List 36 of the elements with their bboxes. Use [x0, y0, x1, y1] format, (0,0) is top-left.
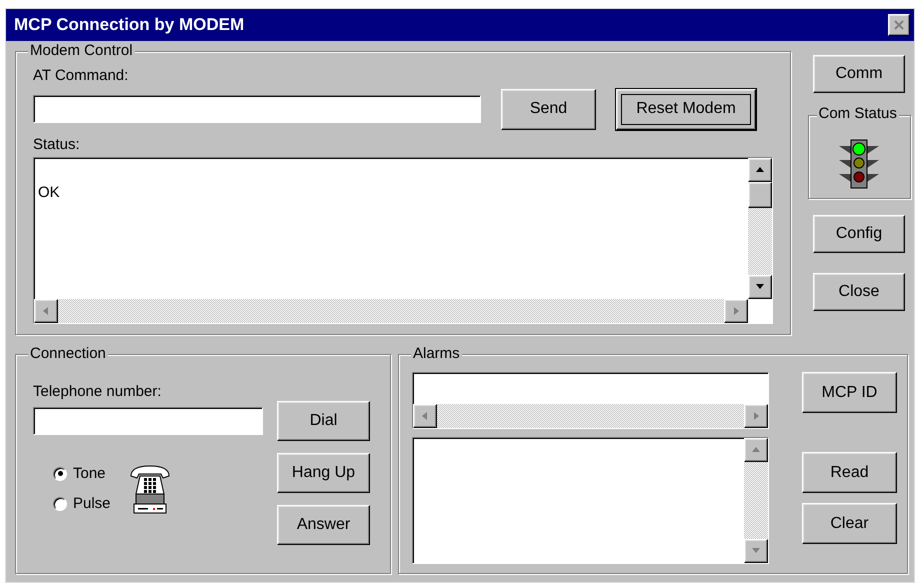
- scroll-right-button[interactable]: [724, 299, 748, 323]
- alarm-button[interactable]: MCP ID: [802, 372, 897, 413]
- field-label: Status:: [33, 134, 81, 154]
- send-button[interactable]: Send: [501, 88, 596, 130]
- scroll-up-button[interactable]: [744, 438, 768, 462]
- radio-button[interactable]: [53, 466, 67, 481]
- scroll-thumb[interactable]: [748, 182, 772, 208]
- scroll-left-button[interactable]: [34, 299, 58, 323]
- side-button[interactable]: Close: [813, 273, 905, 311]
- close-icon: [893, 19, 905, 31]
- telephone-icon: [128, 464, 171, 514]
- radio-label: Tone: [73, 464, 106, 484]
- scroll-up-button[interactable]: [748, 158, 772, 182]
- field-label: AT Command:: [33, 66, 130, 86]
- radio-label: Pulse: [73, 494, 111, 514]
- scroll-down-button[interactable]: [744, 539, 768, 563]
- reset-button[interactable]: Reset Modem: [616, 88, 756, 130]
- status-line: OK: [38, 183, 61, 203]
- scroll-left-button[interactable]: [413, 404, 437, 428]
- field-label: Telephone number:: [33, 382, 162, 402]
- scroll-right-button[interactable]: [744, 404, 768, 428]
- radio-option[interactable]: Pulse: [53, 493, 111, 516]
- side-button[interactable]: Comm: [813, 55, 905, 93]
- side-button[interactable]: Config: [813, 215, 905, 253]
- scroll-down-button[interactable]: [748, 275, 772, 299]
- text-field[interactable]: [33, 95, 481, 123]
- window-title: MCP Connection by MODEM: [14, 14, 244, 36]
- radio-option[interactable]: Tone: [53, 462, 111, 485]
- radio-button[interactable]: [53, 497, 67, 512]
- connection-button[interactable]: Hang Up: [277, 453, 370, 493]
- connection-button[interactable]: Dial: [277, 401, 370, 441]
- text-field[interactable]: [33, 406, 263, 434]
- alarm-button[interactable]: Read: [802, 452, 897, 493]
- connection-button[interactable]: Answer: [277, 505, 370, 545]
- alarm-button[interactable]: Clear: [802, 503, 897, 544]
- close-button[interactable]: [888, 14, 910, 36]
